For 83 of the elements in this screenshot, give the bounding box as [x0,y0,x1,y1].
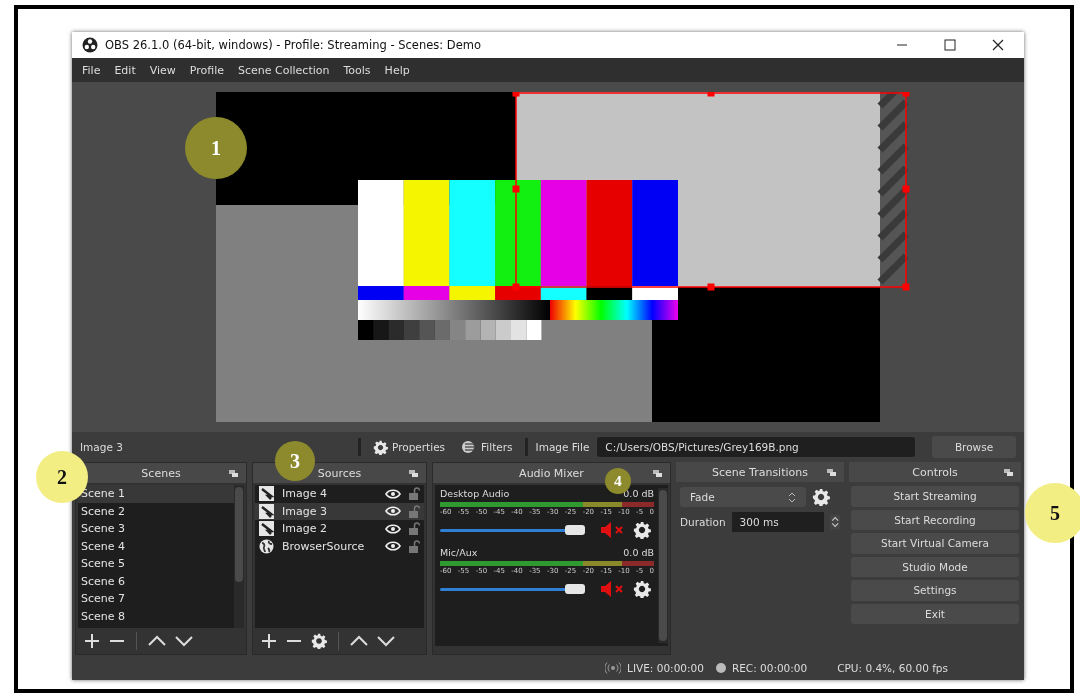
menu-item[interactable]: Scene Collection [238,63,330,77]
scene-item[interactable]: Scene 1 [78,485,234,503]
menu-item[interactable]: View [149,63,176,77]
duration-field[interactable]: 300 ms [731,512,824,532]
filter-icon [461,440,478,454]
live-timer: LIVE: 00:00:00 [627,661,704,674]
close-icon[interactable] [992,39,1004,51]
move-up-icon[interactable] [350,635,368,647]
scene-item[interactable]: Scene 2 [78,502,234,520]
callout-marker: 5 [1025,483,1080,543]
menu-item[interactable]: Tools [343,63,371,77]
dock-title: Sources [317,466,362,480]
open-lock-icon[interactable] [409,522,420,536]
control-button[interactable]: Start Streaming [851,486,1019,507]
float-dock-icon[interactable] [1004,469,1013,476]
scene-item[interactable]: Scene 6 [78,572,234,590]
channel-name: Desktop Audio [440,488,510,499]
float-dock-icon[interactable] [653,470,662,477]
cpu-usage: CPU: 0.4%, 60.00 fps [837,661,948,674]
gear-icon[interactable] [633,521,651,539]
volume-reading: 0.0 dB [623,547,654,558]
gear-icon[interactable] [633,580,651,598]
eye-icon[interactable] [385,488,401,499]
scrollbar[interactable] [234,485,244,628]
move-up-icon[interactable] [148,635,166,647]
filters-button[interactable]: Filters [457,440,517,454]
record-dot-icon [715,662,726,673]
eye-icon[interactable] [385,541,401,552]
eye-icon[interactable] [385,506,401,517]
image-source-icon [259,503,274,519]
scene-item[interactable]: Scene 3 [78,520,234,538]
gear-icon[interactable] [373,439,388,455]
scene-item[interactable]: Scene 5 [78,555,234,573]
dock-title: Audio Mixer [519,466,584,480]
rec-timer: REC: 00:00:00 [731,661,808,674]
menu-item[interactable]: Edit [114,63,136,77]
scene-item[interactable]: Scene 7 [78,590,234,608]
open-lock-icon[interactable] [409,504,420,518]
dock-title: Controls [912,465,958,479]
gear-icon[interactable] [812,488,830,506]
duration-label: Duration [680,516,726,528]
menu-item[interactable]: File [82,63,101,77]
float-dock-icon[interactable] [229,470,238,477]
add-icon[interactable] [261,633,277,649]
scene-item[interactable]: Scene 8 [78,607,234,625]
add-icon[interactable] [84,633,100,649]
spin-buttons-icon[interactable] [829,512,840,532]
transition-dropdown[interactable]: Fade [680,487,806,507]
source-item[interactable]: Image 4 [282,487,377,501]
control-button[interactable]: Studio Mode [851,556,1019,577]
float-dock-icon[interactable] [827,469,836,476]
scene-item[interactable]: Scene 4 [78,537,234,555]
gear-icon[interactable] [311,633,327,649]
maximize-icon[interactable] [944,39,956,51]
open-lock-icon[interactable] [409,487,420,501]
dock-title: Scenes [141,466,181,480]
image-file-label: Image File [535,441,590,453]
window-title: OBS 26.1.0 (64-bit, windows) - Profile: Streaming - Scenes: Demo [105,38,482,52]
control-button[interactable]: Start Recording [851,509,1019,530]
control-button[interactable]: Start Virtual Camera [851,533,1019,554]
source-item[interactable]: BrowserSource [282,539,377,553]
control-button[interactable]: Settings [851,580,1019,601]
app-logo-icon [82,37,98,53]
source-item[interactable]: Image 2 [282,522,377,536]
eye-icon[interactable] [385,523,401,534]
properties-button[interactable]: Properties [369,439,450,455]
browse-button[interactable]: Browse [932,436,1016,458]
globe-icon [259,538,274,554]
image-source-icon [259,521,274,537]
broadcast-icon [605,661,622,674]
channel-name: Mic/Aux [440,547,478,558]
control-button[interactable]: Exit [851,603,1019,624]
menu-item[interactable]: Help [384,63,410,77]
selected-source-label: Image 3 [80,441,123,453]
dock-title: Scene Transitions [712,465,808,479]
scrollbar[interactable] [658,488,668,643]
open-lock-icon[interactable] [409,539,420,553]
float-dock-icon[interactable] [409,470,418,477]
move-down-icon[interactable] [175,635,193,647]
spin-arrows-icon [788,490,796,504]
move-down-icon[interactable] [377,635,395,647]
file-path-field[interactable]: C:/Users/OBS/Pictures/Grey169B.png [597,437,916,457]
menu-item[interactable]: Profile [189,63,225,77]
